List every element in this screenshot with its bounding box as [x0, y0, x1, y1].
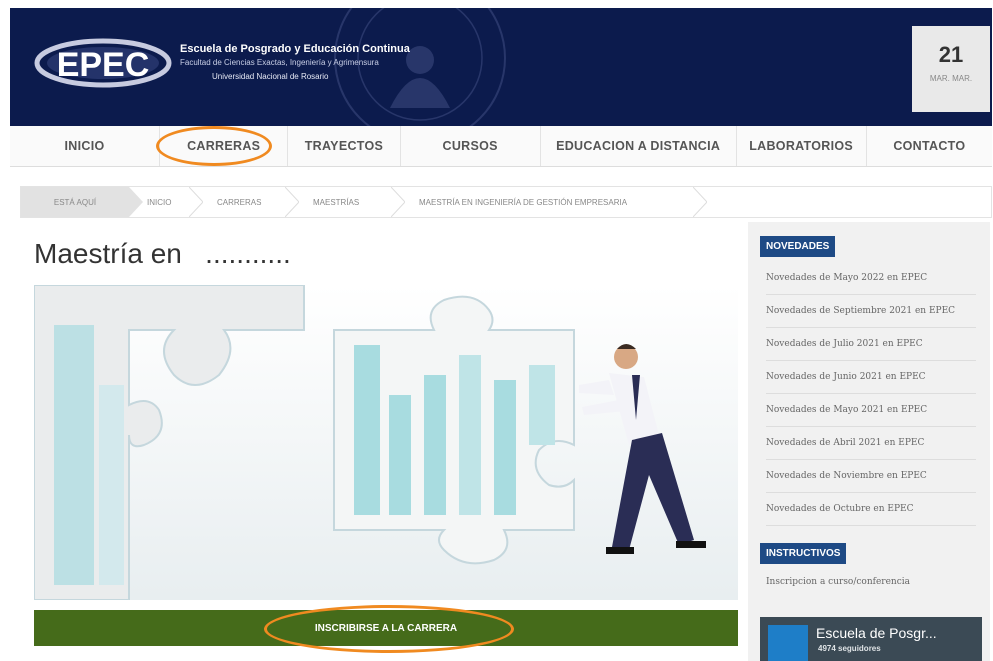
news-item[interactable]: Novedades de Junio 2021 en EPEC [766, 361, 976, 394]
news-item[interactable]: Novedades de Octubre en EPEC [766, 493, 976, 526]
nav-laboratorios[interactable]: LABORATORIOS [737, 126, 867, 166]
inscribirse-button[interactable]: INSCRIBIRSE A LA CARRERA [34, 610, 738, 646]
breadcrumb-separator-icon [693, 187, 707, 217]
main-nav: INICIO CARRERAS TRAYECTOS CURSOS EDUCACI… [10, 126, 992, 167]
nav-trayectos[interactable]: TRAYECTOS [288, 126, 401, 166]
nav-educacion-a-distancia[interactable]: EDUCACION A DISTANCIA [541, 126, 737, 166]
date-day: 21 [938, 42, 964, 67]
nav-contacto[interactable]: CONTACTO [867, 126, 992, 166]
instructivo-item[interactable]: Inscripcion a curso/conferencia [766, 566, 976, 598]
epec-logo[interactable]: EPEC [34, 30, 172, 92]
university-name: Universidad Nacional de Rosario [212, 72, 329, 81]
nav-carreras[interactable]: CARRERAS [160, 126, 289, 166]
nav-cursos[interactable]: CURSOS [401, 126, 541, 166]
school-name-block: Escuela de Posgrado y Educación Continua… [180, 42, 410, 84]
date-month: MAR. MAR. [929, 74, 973, 83]
news-item[interactable]: Novedades de Abril 2021 en EPEC [766, 427, 976, 460]
news-item[interactable]: Novedades de Julio 2021 en EPEC [766, 328, 976, 361]
news-item[interactable]: Novedades de Mayo 2021 en EPEC [766, 394, 976, 427]
breadcrumb-separator-icon [285, 187, 299, 217]
breadcrumb: ESTÁ AQUÍ INICIO CARRERAS MAESTRÍAS MAES… [20, 186, 992, 218]
facebook-page-widget[interactable]: Escuela de Posgr... 4974 seguidores [760, 617, 982, 661]
breadcrumb-here-label: ESTÁ AQUÍ [21, 187, 129, 217]
news-item[interactable]: Novedades de Mayo 2022 en EPEC [766, 262, 976, 295]
news-item[interactable]: Novedades de Noviembre en EPEC [766, 460, 976, 493]
breadcrumb-separator-icon [129, 187, 143, 217]
breadcrumb-item-carreras[interactable]: CARRERAS [217, 187, 261, 217]
news-item[interactable]: Novedades de Septiembre 2021 en EPEC [766, 295, 976, 328]
nav-inicio[interactable]: INICIO [10, 126, 161, 166]
instructivos-heading: INSTRUCTIVOS [760, 543, 847, 564]
school-name: Escuela de Posgrado y Educación Continua [180, 43, 410, 55]
svg-text:EPEC: EPEC [57, 46, 150, 84]
page-thumbnail-icon [768, 625, 808, 661]
facebook-page-name: Escuela de Posgr... [816, 625, 937, 641]
breadcrumb-separator-icon [391, 187, 405, 217]
site-header: EPEC Escuela de Posgrado y Educación Con… [10, 8, 992, 126]
puzzle-hero-image [34, 285, 738, 600]
page-title: Maestría en ........... [34, 238, 291, 269]
date-box: 21 MAR. MAR. [912, 26, 990, 112]
breadcrumb-item-maestrias[interactable]: MAESTRÍAS [313, 187, 359, 217]
breadcrumb-item-current[interactable]: MAESTRÍA EN INGENIERÍA DE GESTIÓN EMPRES… [419, 187, 627, 217]
faculty-name: Facultad de Ciencias Exactas, Ingeniería… [180, 58, 379, 67]
breadcrumb-separator-icon [189, 187, 203, 217]
breadcrumb-item-inicio[interactable]: INICIO [147, 187, 171, 217]
novedades-heading: NOVEDADES [760, 236, 836, 257]
facebook-followers: 4974 seguidores [818, 644, 881, 653]
